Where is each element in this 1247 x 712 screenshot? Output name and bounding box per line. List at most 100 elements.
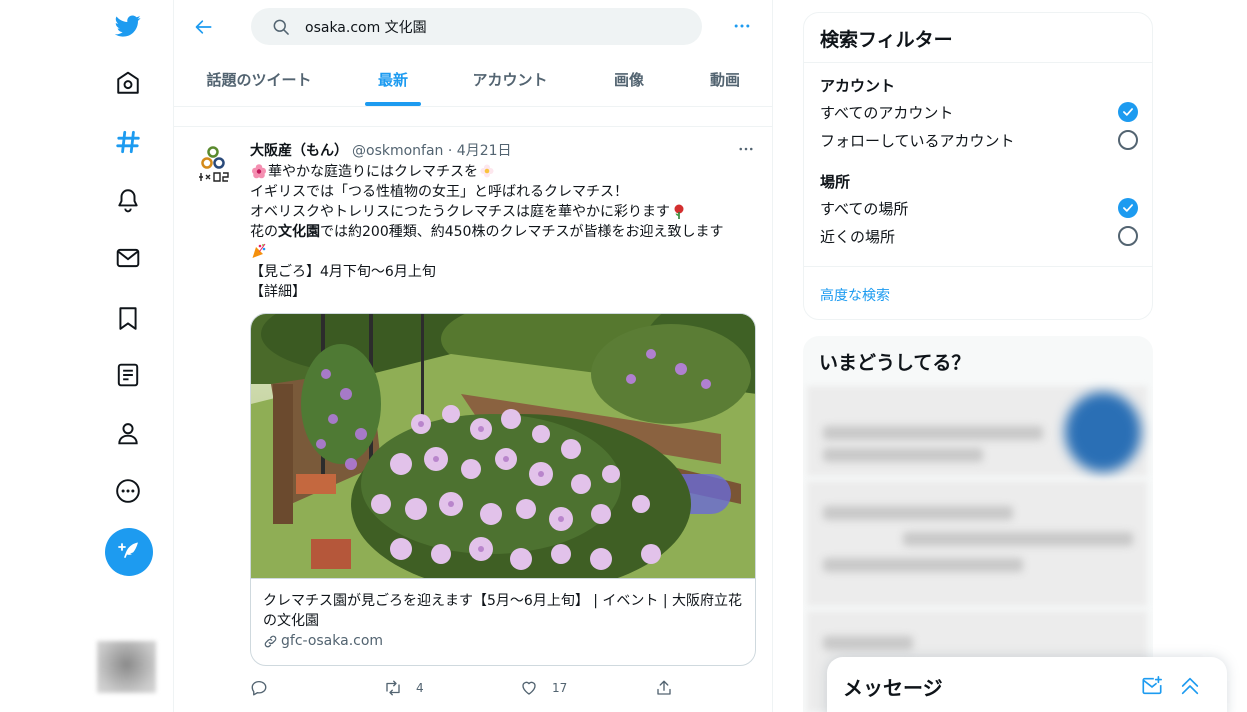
tweet-line-7: 【詳細】 [250,284,306,300]
tweet-line-4-highlight: 文化園 [278,224,320,240]
active-tab-indicator [365,102,421,106]
messages-title: メッセージ [843,676,943,700]
left-navigation [96,0,160,712]
new-message-icon[interactable] [1137,671,1167,701]
twitter-logo-icon[interactable] [96,4,160,48]
search-icon [271,17,291,37]
compose-tweet-button[interactable] [105,528,153,576]
retweet-count: 4 [416,681,424,695]
handle-separator: · [443,143,457,159]
profile-icon[interactable] [96,411,160,455]
checked-radio-icon[interactable] [1118,198,1138,218]
link-card-domain: gfc-osaka.com [263,633,745,649]
messages-drawer[interactable]: メッセージ [827,657,1227,712]
blurred-text [823,506,1013,520]
link-card-title: クレマチス園が見ごろを迎えます【5月～6月上旬】 | イベント | 大阪府立花の… [263,593,743,629]
option-all-locations[interactable]: すべての場所 [820,195,1138,221]
blurred-text [823,448,983,462]
location-section-heading: 場所 [820,173,851,191]
trend-image-blurred [1065,392,1141,472]
previous-tweet-edge [174,107,772,127]
option-following-accounts-label: フォローしているアカウント [820,131,1015,150]
tweet-more-icon[interactable] [734,137,758,161]
search-tabs: 話題のツイート 最新 アカウント 画像 動画 [174,53,772,106]
filter-divider [804,62,1152,63]
unchecked-radio-icon[interactable] [1118,226,1138,246]
tweet-actions: 4 17 [250,676,680,700]
option-nearby-locations-label: 近くの場所 [820,227,896,246]
tweet-header: 大阪産（もん） @oskmonfan · 4月21日 [250,140,512,160]
heart-icon [522,681,536,695]
back-arrow-icon[interactable] [186,9,222,45]
search-box [251,8,702,45]
account-section-heading: アカウント [820,77,896,95]
reply-button[interactable] [250,676,282,700]
tweet-line-6: 【見ごろ】4月下旬～6月上旬 [250,264,436,280]
tweet-line-4-post: では約200種類、約450株のクレマチスが皆様をお迎え致します [320,224,724,240]
advanced-search-link[interactable]: 高度な検索 [820,285,890,305]
hibiscus-emoji-icon [252,164,266,179]
lists-icon[interactable] [96,353,160,397]
share-icon [657,680,671,695]
author-name[interactable]: 大阪産（もん） [250,143,348,159]
author-avatar[interactable] [190,139,238,187]
tab-latest[interactable]: 最新 [344,53,442,106]
link-card-text: クレマチス園が見ごろを迎えます【5月～6月上旬】 | イベント | 大阪府立花の… [251,578,755,665]
tweet-line-2: イギリスでは「つる性植物の女王」と呼ばれるクレマチス！ [250,184,628,200]
blurred-text [903,532,1133,546]
rose-emoji-icon [674,204,684,219]
author-handle[interactable]: @oskmonfan [352,143,443,159]
main-column: 話題のツイート 最新 アカウント 画像 動画 大阪産（もん）@oskmonfan… [173,0,773,712]
option-all-accounts-label: すべてのアカウント [820,103,954,122]
expand-chevron-up-icon[interactable] [1175,671,1205,701]
reply-icon [251,680,267,696]
tweet-line-1: 華やかな庭造りにはクレマチスを [268,164,478,180]
tweet-date[interactable]: 4月21日 [457,143,512,159]
oskmonfan-logo-icon [190,139,238,187]
share-button[interactable] [655,676,687,700]
search-input[interactable] [305,18,685,35]
option-all-accounts[interactable]: すべてのアカウント [820,99,1138,125]
option-following-accounts[interactable]: フォローしているアカウント [820,127,1138,153]
party-popper-emoji-icon [252,243,266,258]
link-card[interactable]: クレマチス園が見ごろを迎えます【5月～6月上旬】 | イベント | 大阪府立花の… [250,313,756,666]
tweet-text: 華やかな庭造りにはクレマチスを イギリスでは「つる性植物の女王」と呼ばれるクレマ… [250,162,760,302]
link-card-domain-text: gfc-osaka.com [281,633,384,649]
tweet[interactable]: 大阪産（もん） @oskmonfan · 4月21日 華やかな庭造りにはクレマチス… [174,127,772,712]
option-all-locations-label: すべての場所 [820,199,909,218]
search-settings-more-icon[interactable] [724,8,760,44]
filter-divider [804,266,1152,267]
feather-plus-icon [118,542,138,558]
tweet-line-4-pre: 花の [250,224,278,240]
home-icon[interactable] [96,61,160,105]
link-icon [264,635,277,647]
more-options-icon[interactable] [96,469,160,513]
messages-envelope-icon[interactable] [96,236,160,280]
tab-accounts[interactable]: アカウント [442,53,578,106]
tab-top-tweets[interactable]: 話題のツイート [174,53,344,106]
checked-radio-icon[interactable] [1118,102,1138,122]
filter-title: 検索フィルター [820,29,953,51]
tab-videos[interactable]: 動画 [680,53,770,106]
explore-hashtag-icon[interactable] [96,120,160,164]
whats-happening-panel: いまどうしてる？ [803,336,1153,712]
retweet-icon [386,680,400,696]
clematis-garden-photo [251,314,755,578]
tweet-line-3: オベリスクやトレリスにつたうクレマチスは庭を華やかに彩ります [250,204,670,220]
account-switcher-avatar[interactable] [97,641,156,693]
notifications-bell-icon[interactable] [96,178,160,222]
bookmarks-icon[interactable] [96,296,160,340]
blurred-text [823,558,1023,572]
blurred-text [823,426,1043,440]
retweet-button[interactable]: 4 [384,676,424,700]
blurred-text [823,636,913,650]
search-filter-panel: 検索フィルター アカウント すべてのアカウント フォローしているアカウント 場所… [803,12,1153,320]
blossom-emoji-icon [480,164,494,178]
option-nearby-locations[interactable]: 近くの場所 [820,223,1138,249]
trends-title: いまどうしてる？ [819,352,971,374]
unchecked-radio-icon[interactable] [1118,130,1138,150]
tab-photos[interactable]: 画像 [578,53,680,106]
like-button[interactable]: 17 [520,676,567,700]
search-header: 話題のツイート 最新 アカウント 画像 動画 [174,0,772,107]
like-count: 17 [552,681,568,695]
